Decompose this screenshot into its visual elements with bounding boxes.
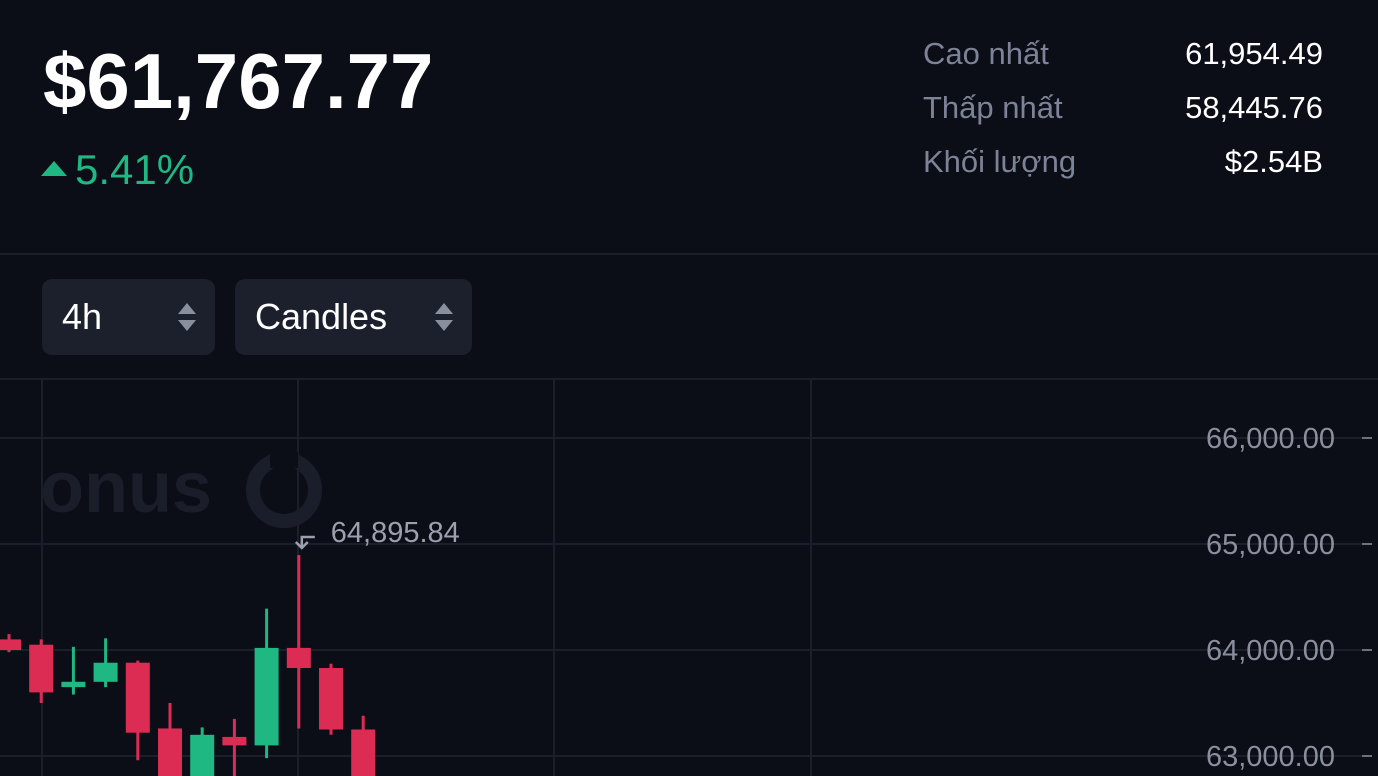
candle-body	[125, 662, 150, 733]
chart-grid	[0, 380, 1370, 776]
candle-body	[29, 644, 54, 693]
stat-low: Thấp nhất 58,445.76	[923, 90, 1323, 144]
candle	[93, 638, 118, 688]
candle	[61, 646, 86, 695]
chart-controls: 4h Candles	[42, 279, 472, 355]
price-change-value: 5.41%	[75, 146, 195, 193]
stat-volume-value: $2.54B	[1224, 144, 1323, 179]
current-price: $61,767.77	[43, 37, 434, 125]
stat-high: Cao nhất 61,954.49	[923, 36, 1323, 90]
price-chart[interactable]: onus 66,000.00 65,000.00 64,000.00 63,000.0…	[0, 380, 1378, 776]
ticker-header: $61,767.77 5.41% Cao nhất 61,954.49 Thấp…	[0, 0, 1378, 254]
stat-high-label: Cao nhất	[923, 36, 1049, 71]
y-axis: 66,000.00 65,000.00 64,000.00 63,000.00	[1206, 423, 1372, 773]
candle-body	[222, 736, 247, 746]
y-axis-label: 65,000.00	[1206, 529, 1335, 561]
candle-body	[61, 681, 86, 688]
candle-body	[254, 647, 279, 746]
candle-body	[93, 662, 118, 682]
peak-price-label: 64,895.84	[331, 517, 460, 549]
candle	[286, 555, 311, 729]
header-divider	[0, 253, 1378, 255]
chart-type-select[interactable]: Candles	[235, 279, 472, 355]
candle	[254, 608, 279, 759]
candle	[0, 634, 21, 653]
candle	[319, 663, 343, 735]
stat-volume: Khối lượng $2.54B	[923, 144, 1323, 198]
candle	[125, 660, 150, 761]
stats-panel: Cao nhất 61,954.49 Thấp nhất 58,445.76 K…	[923, 36, 1323, 198]
y-axis-label: 64,000.00	[1206, 635, 1335, 667]
watermark-text: onus	[40, 448, 212, 528]
candle	[158, 703, 182, 776]
price-change: 5.41%	[41, 146, 194, 194]
candle-body	[190, 734, 215, 776]
stat-low-label: Thấp nhất	[923, 90, 1063, 125]
chart-type-select-value: Candles	[255, 296, 388, 337]
stat-volume-label: Khối lượng	[923, 144, 1077, 179]
onus-watermark: onus	[40, 448, 322, 528]
candle-body	[286, 647, 311, 669]
triangle-up-icon	[41, 160, 67, 176]
candle-body	[351, 729, 376, 776]
y-axis-label: 63,000.00	[1206, 741, 1335, 773]
candlestick-chart[interactable]: onus 66,000.00 65,000.00 64,000.00 63,000.0…	[0, 380, 1378, 776]
stat-low-value: 58,445.76	[1185, 90, 1323, 125]
candles	[0, 555, 376, 776]
sort-arrows-icon	[434, 303, 454, 331]
candle	[351, 715, 376, 776]
candle	[29, 639, 54, 703]
stat-high-value: 61,954.49	[1185, 36, 1323, 71]
candle-body	[319, 668, 343, 730]
sort-arrows-icon	[177, 303, 197, 331]
onus-logo-icon	[246, 452, 322, 528]
candle-body	[0, 639, 21, 650]
y-axis-label: 66,000.00	[1206, 423, 1335, 455]
candle	[190, 727, 215, 776]
interval-select[interactable]: 4h	[42, 279, 215, 355]
candle-body	[158, 728, 182, 776]
candle	[222, 718, 247, 776]
interval-select-value: 4h	[62, 296, 103, 337]
